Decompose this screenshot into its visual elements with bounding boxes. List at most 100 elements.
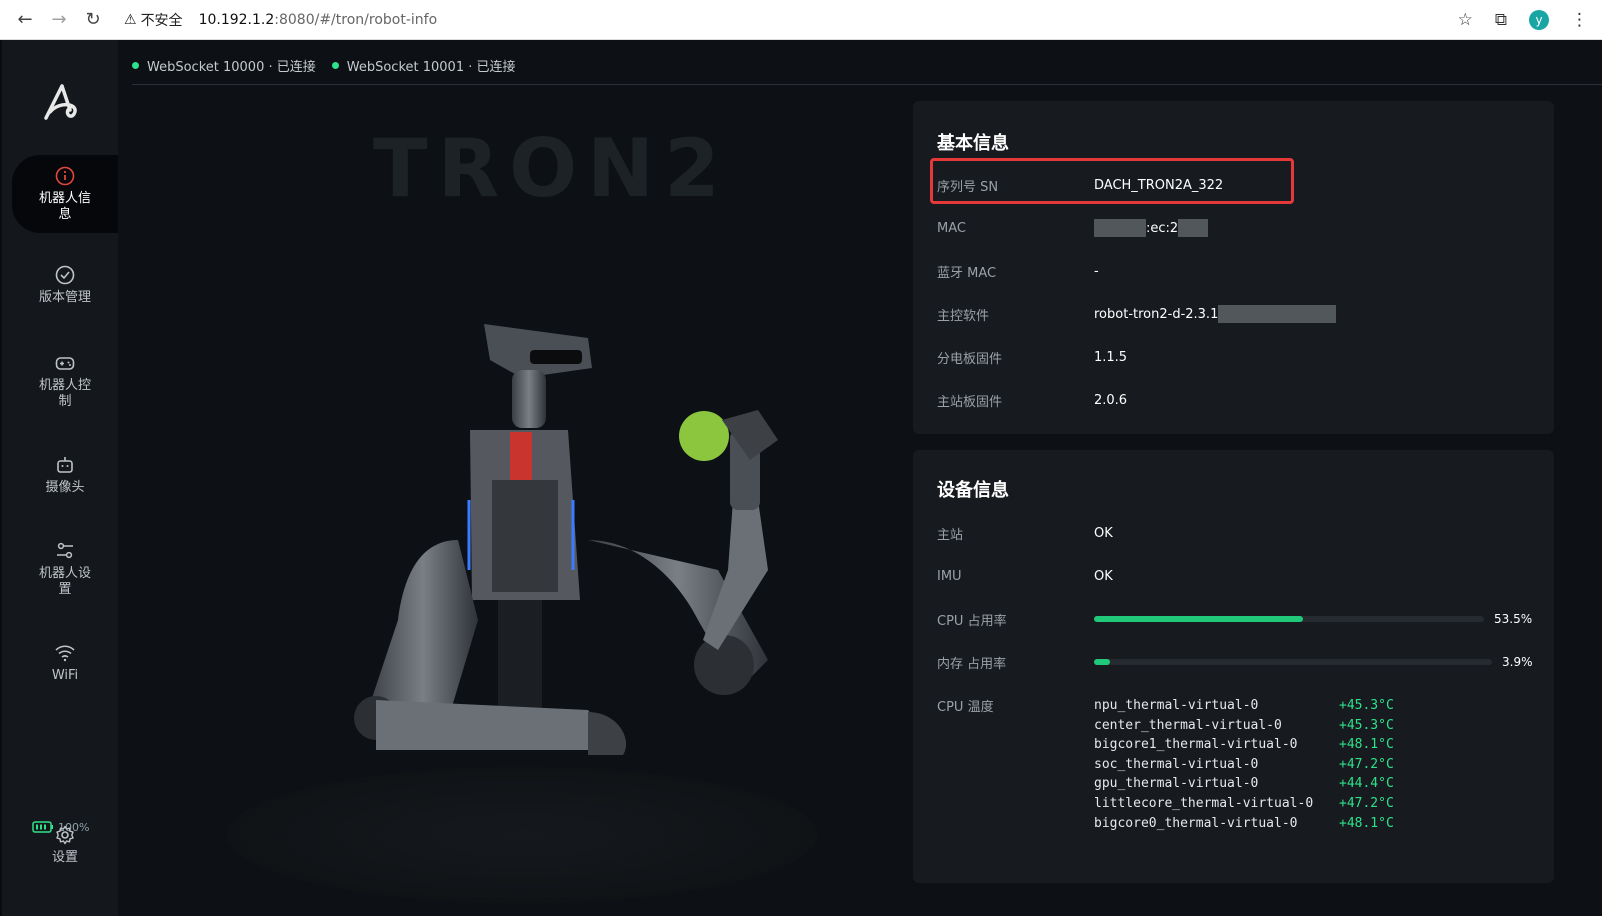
card-title: 设备信息	[937, 480, 1009, 501]
row-value: :ec:2	[1146, 220, 1179, 236]
device-row-memory: 内存 占用率 3.9%	[937, 652, 1537, 672]
sidebar-item-label: 摄像头	[45, 480, 85, 495]
temp-sensor-name: bigcore0_thermal-virtual-0	[1094, 815, 1298, 831]
row-value: OK	[1094, 568, 1113, 584]
temp-row: bigcore1_thermal-virtual-0 +48.1°C	[1094, 735, 1394, 755]
row-key: 分电板固件	[937, 351, 1003, 367]
sidebar-item-label: 版本管理	[38, 290, 91, 305]
browser-toolbar: ← → ↻ ⚠ 不安全 10.192.1.2:8080/#/tron/robot…	[0, 0, 1602, 40]
gamepad-icon	[55, 357, 75, 370]
sidebar-item-label: 设置	[51, 850, 78, 865]
temp-row: gpu_thermal-virtual-0 +44.4°C	[1094, 774, 1394, 794]
memory-usage-percent: 3.9%	[1502, 655, 1533, 669]
info-row-sn: 序列号 SN DACH_TRON2A_322	[937, 175, 1537, 195]
temp-value: +47.2°C	[1339, 756, 1394, 772]
sidebar-item-wifi[interactable]: WiFi	[12, 642, 118, 684]
temp-value: +45.3°C	[1339, 717, 1394, 733]
connection-status: WebSocket 10000 · 已连接 WebSocket 10001 · …	[132, 56, 516, 75]
sidebar-item-label: 机器人信息	[38, 191, 91, 222]
temp-sensor-name: littlecore_thermal-virtual-0	[1094, 795, 1314, 811]
sidebar-item-version[interactable]: 版本管理	[12, 264, 118, 306]
row-key: MAC	[937, 220, 966, 236]
device-row-master: 主站 OK	[937, 523, 1537, 543]
sidebar-item-settings[interactable]: 设置	[12, 824, 118, 866]
sidebar-item-camera[interactable]: 摄像头	[12, 454, 118, 496]
cpu-temperature-list: npu_thermal-virtual-0 +45.3°C center_ther…	[1094, 696, 1394, 833]
main-content: WebSocket 10000 · 已连接 WebSocket 10001 · …	[118, 40, 1602, 916]
row-value: 2.0.6	[1094, 392, 1128, 408]
sidebar-item-label: 机器人控制	[38, 378, 91, 409]
ws-label: WebSocket 10001 · 已连接	[346, 60, 516, 75]
sliders-icon	[57, 542, 73, 559]
sidebar-item-robot-info[interactable]: 机器人信息	[12, 155, 118, 233]
extensions-icon[interactable]: ⧉	[1495, 10, 1507, 30]
check-circle-icon	[55, 265, 75, 285]
row-value: DACH_TRON2A_322	[1094, 177, 1224, 193]
redaction-block	[1178, 219, 1209, 237]
sidebar-item-control[interactable]: 机器人控制	[12, 352, 118, 410]
websocket-status-10001: WebSocket 10001 · 已连接	[331, 56, 516, 75]
wifi-icon	[55, 645, 75, 662]
row-key: 主站	[937, 527, 964, 543]
temp-sensor-name: bigcore1_thermal-virtual-0	[1094, 737, 1298, 753]
card-title: 基本信息	[937, 133, 1009, 154]
warning-icon: ⚠	[124, 11, 137, 28]
row-value: robot-tron2-d-2.3.1	[1094, 306, 1219, 322]
row-key: 主控软件	[937, 308, 990, 324]
robot-hero: TRON2	[118, 100, 908, 916]
temp-value: +48.1°C	[1339, 737, 1394, 753]
bookmark-star-icon[interactable]: ☆	[1458, 10, 1473, 30]
temp-sensor-name: soc_thermal-virtual-0	[1094, 756, 1259, 772]
url-host: 10.192.1.2	[198, 11, 275, 28]
device-row-imu: IMU OK	[937, 566, 1537, 586]
ws-label: WebSocket 10000 · 已连接	[147, 60, 316, 75]
temp-row: littlecore_thermal-virtual-0 +47.2°C	[1094, 794, 1394, 814]
gear-icon	[56, 825, 74, 845]
url-path: :8080/#/tron/robot-info	[274, 11, 438, 28]
reload-icon[interactable]: ↻	[76, 3, 110, 37]
info-row-mac: MAC :ec:2	[937, 218, 1537, 238]
device-info-card: 设备信息 主站 OK IMU OK CPU 占用率 53.5% 内存 占用率 3…	[913, 450, 1554, 883]
profile-avatar[interactable]: y	[1529, 10, 1549, 30]
row-value: -	[1094, 263, 1099, 279]
temp-row: npu_thermal-virtual-0 +45.3°C	[1094, 696, 1394, 716]
temp-value: +48.1°C	[1339, 815, 1394, 831]
info-row-master-fw: 主站板固件 2.0.6	[937, 390, 1537, 410]
brand-logo	[44, 84, 77, 120]
divider	[132, 84, 1602, 85]
basic-info-card: 基本信息 序列号 SN DACH_TRON2A_322 MAC :ec:2 蓝牙…	[913, 101, 1554, 434]
menu-kebab-icon[interactable]: ⋮	[1571, 10, 1588, 30]
sidebar-item-label: WiFi	[51, 668, 79, 683]
temp-row: center_thermal-virtual-0 +45.3°C	[1094, 716, 1394, 736]
sidebar-item-settings-robot[interactable]: 机器人设置	[12, 540, 118, 598]
cpu-usage-bar	[1094, 616, 1484, 622]
temp-row: bigcore0_thermal-virtual-0 +48.1°C	[1094, 814, 1394, 834]
temp-row: soc_thermal-virtual-0 +47.2°C	[1094, 755, 1394, 775]
back-arrow-icon[interactable]: ←	[8, 3, 42, 37]
row-key: 主站板固件	[937, 394, 1003, 410]
bar-fill	[1094, 659, 1110, 665]
status-dot	[132, 62, 139, 69]
sidebar: 机器人信息 版本管理 机器人控制 摄像头 机器人设置 WiFi 100% 设置	[0, 40, 118, 916]
row-key: 蓝牙 MAC	[937, 265, 997, 281]
row-value: 1.1.5	[1094, 349, 1128, 365]
websocket-status-10000: WebSocket 10000 · 已连接	[132, 56, 316, 75]
address-bar[interactable]: ⚠ 不安全 10.192.1.2:8080/#/tron/robot-info	[124, 5, 437, 35]
cpu-usage-percent: 53.5%	[1494, 612, 1533, 626]
redaction-block	[1218, 305, 1337, 323]
row-key: 序列号 SN	[937, 179, 999, 195]
robot-camera-icon	[57, 457, 73, 473]
row-key: 内存 占用率	[937, 656, 1007, 672]
info-row-main-software: 主控软件 robot-tron2-d-2.3.1	[937, 304, 1537, 324]
info-row-power-fw: 分电板固件 1.1.5	[937, 347, 1537, 367]
bar-fill	[1094, 616, 1303, 622]
info-circle-icon	[55, 166, 75, 186]
memory-usage-bar	[1094, 659, 1492, 665]
temp-value: +45.3°C	[1339, 698, 1394, 713]
row-value: OK	[1094, 525, 1113, 541]
forward-arrow-icon[interactable]: →	[42, 3, 76, 37]
redaction-block	[1094, 219, 1146, 237]
robot-image	[227, 324, 817, 903]
temp-sensor-name: npu_thermal-virtual-0	[1094, 698, 1259, 713]
row-key: IMU	[937, 568, 962, 584]
